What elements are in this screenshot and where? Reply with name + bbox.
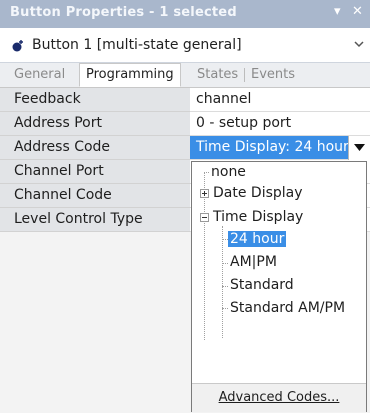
- tree-line: [222, 286, 228, 287]
- tab-states[interactable]: States: [197, 67, 238, 82]
- element-selector[interactable]: Button 1 [multi-state general]: [0, 28, 370, 63]
- tree-item-ampm[interactable]: AM|PM: [230, 254, 277, 270]
- collapse-icon[interactable]: [200, 213, 209, 222]
- advanced-codes-label: Advanced Codes...: [218, 390, 340, 405]
- tree-item-24-hour[interactable]: 24 hour: [228, 231, 287, 247]
- property-row-feedback[interactable]: Feedback channel: [0, 88, 370, 112]
- tree-item-time-display[interactable]: Time Display: [213, 209, 303, 225]
- chevron-down-icon[interactable]: [354, 39, 364, 49]
- property-label-cell: Address Code: [0, 136, 190, 160]
- tree-line: [222, 226, 223, 338]
- property-label-cell: Channel Code: [0, 184, 190, 208]
- dropdown-button[interactable]: [348, 136, 370, 160]
- dropdown-arrow-icon: [354, 144, 365, 151]
- property-row-address-port[interactable]: Address Port 0 - setup port: [0, 112, 370, 136]
- window-title: Button Properties - 1 selected: [10, 5, 237, 20]
- property-value: Time Display: 24 hour: [196, 139, 349, 155]
- property-label: Channel Code: [14, 187, 112, 203]
- property-label: Feedback: [14, 91, 81, 107]
- tab-events[interactable]: Events: [251, 67, 295, 82]
- property-label: Address Port: [14, 115, 102, 131]
- property-label: Level Control Type: [14, 211, 143, 227]
- property-label-cell: Feedback: [0, 88, 190, 112]
- title-bar: Button Properties - 1 selected ▾ ✕: [0, 0, 370, 28]
- tab-bar: General Programming States Events: [0, 63, 370, 88]
- tree-line: [222, 263, 228, 264]
- close-icon[interactable]: ✕: [352, 4, 363, 19]
- property-value: 0 - setup port: [196, 115, 292, 131]
- address-code-combobox[interactable]: Time Display: 24 hour: [190, 136, 370, 160]
- property-row-address-code[interactable]: Address Code Time Display: 24 hour: [0, 136, 370, 160]
- property-label: Address Code: [14, 139, 111, 155]
- button-properties-panel: Button Properties - 1 selected ▾ ✕ Butto…: [0, 0, 370, 413]
- tab-separator: [244, 68, 245, 82]
- advanced-codes-button[interactable]: Advanced Codes...: [192, 383, 366, 412]
- property-label: Channel Port: [14, 163, 104, 179]
- tree-item-date-display[interactable]: Date Display: [213, 185, 303, 201]
- tree-line: [222, 308, 228, 309]
- button-dot-icon: [12, 40, 23, 52]
- property-label-cell: Channel Port: [0, 160, 190, 184]
- tree-item-standard[interactable]: Standard: [230, 277, 294, 293]
- tree-line: [204, 172, 209, 173]
- property-value: channel: [196, 91, 252, 107]
- property-label-cell: Address Port: [0, 112, 190, 136]
- property-value-cell[interactable]: channel: [190, 88, 370, 112]
- property-value-cell[interactable]: 0 - setup port: [190, 112, 370, 136]
- tab-general[interactable]: General: [14, 67, 65, 82]
- tree-item-standard-ampm[interactable]: Standard AM/PM: [230, 300, 345, 316]
- address-code-dropdown: none Date Display Time Display 24 hour A…: [191, 161, 367, 412]
- tab-programming[interactable]: Programming: [79, 63, 181, 87]
- pin-icon[interactable]: ▾: [334, 4, 341, 19]
- selector-value: Button 1 [multi-state general]: [32, 37, 242, 53]
- property-label-cell: Level Control Type: [0, 208, 190, 232]
- tree-item-none[interactable]: none: [211, 164, 246, 180]
- expand-icon[interactable]: [200, 189, 209, 198]
